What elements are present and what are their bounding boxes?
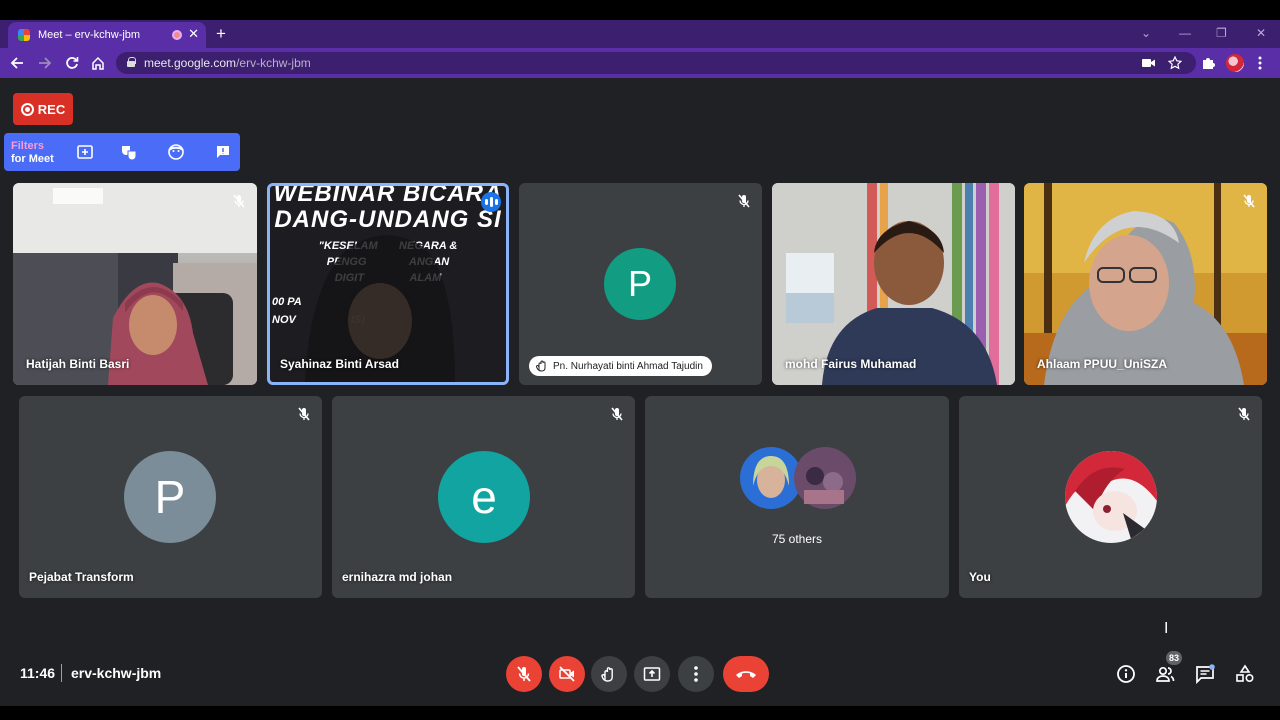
camera-feed-image [1024, 183, 1267, 385]
participant-name: ernihazra md johan [342, 570, 453, 584]
participant-tile-speaking[interactable]: WEBINAR BICARA DANG-UNDANG SI "KESELAM N… [267, 183, 509, 385]
self-avatar [1065, 451, 1157, 543]
camera-feed-image [13, 183, 257, 385]
camera-feed-image [305, 235, 455, 382]
participant-name: Syahinaz Binti Arsad [280, 357, 399, 371]
add-photo-icon[interactable] [76, 143, 94, 161]
recording-label: REC [37, 101, 66, 117]
recording-badge: REC [13, 93, 73, 125]
letterbox-top [0, 0, 1280, 20]
others-tile[interactable]: 75 others [645, 396, 949, 598]
letterbox-bottom [0, 706, 1280, 720]
mic-off-icon [517, 666, 531, 682]
info-icon[interactable] [1116, 664, 1136, 684]
people-icon[interactable] [1155, 664, 1175, 684]
restore-icon[interactable]: ❐ [1216, 26, 1227, 40]
mic-off-icon [1238, 407, 1250, 421]
tab-title: Meet – erv-kchw-jbm [38, 29, 141, 41]
mic-off-icon [298, 407, 310, 421]
text-cursor-icon: I [1164, 620, 1169, 637]
self-tile[interactable]: You [959, 396, 1262, 598]
recording-indicator-icon [172, 30, 182, 40]
home-icon[interactable] [91, 56, 105, 70]
raise-hand-icon [536, 360, 546, 372]
mic-toggle-button[interactable] [506, 656, 542, 692]
masks-icon[interactable] [120, 143, 138, 161]
chat-icon[interactable] [1195, 664, 1215, 684]
others-count-label: 75 others [771, 532, 823, 546]
participant-tile[interactable]: e ernihazra md johan [332, 396, 635, 598]
camera-toggle-button[interactable] [549, 656, 585, 692]
face-icon[interactable] [167, 143, 185, 161]
meeting-clock: 11:46 [20, 665, 56, 681]
participant-name: Ahlaam PPUU_UniSZA [1037, 357, 1168, 371]
mic-off-icon [1243, 194, 1255, 208]
reload-icon[interactable] [65, 56, 79, 70]
camera-off-icon [559, 666, 575, 682]
mic-off-icon [738, 194, 750, 208]
new-tab-button[interactable]: + [216, 24, 226, 44]
others-avatars [740, 447, 856, 509]
filters-label-bottom: for Meet [11, 153, 54, 165]
camera-in-use-icon[interactable] [1142, 58, 1155, 68]
window-close-icon[interactable]: ✕ [1256, 26, 1266, 40]
present-screen-button[interactable] [634, 656, 670, 692]
profile-avatar[interactable] [1226, 54, 1244, 72]
divider [61, 664, 62, 682]
participant-name: mohd Fairus Muhamad [785, 357, 917, 371]
raise-hand-icon [601, 667, 613, 682]
raise-hand-button[interactable] [591, 656, 627, 692]
participant-count-badge: 83 [1166, 651, 1182, 665]
bookmark-star-icon[interactable] [1168, 56, 1182, 70]
back-icon[interactable] [10, 56, 24, 70]
address-bar[interactable]: meet.google.com/erv-kchw-jbm [116, 52, 1196, 74]
tab-search-icon[interactable]: ⌄ [1141, 26, 1151, 40]
mic-off-icon [233, 194, 245, 208]
tab-close-icon[interactable]: ✕ [188, 26, 199, 42]
raised-hand-chip: Pn. Nurhayati binti Ahmad Tajudin [529, 356, 712, 376]
extensions-icon[interactable] [1201, 56, 1215, 70]
participant-name: Pn. Nurhayati binti Ahmad Tajudin [553, 360, 703, 372]
present-screen-icon [643, 667, 661, 681]
participant-avatar: e [438, 451, 530, 543]
participant-avatar: P [604, 248, 676, 320]
filters-for-meet-toolbar: Filters for Meet [4, 133, 240, 171]
meet-window: Meet – erv-kchw-jbm ✕ + ⌄ — ❐ ✕ meet.goo… [0, 0, 1280, 720]
more-options-icon [694, 666, 698, 682]
activities-icon[interactable] [1235, 664, 1255, 684]
meeting-code: erv-kchw-jbm [71, 665, 162, 681]
url-path: /erv-kchw-jbm [236, 56, 311, 70]
speaking-indicator-icon [481, 192, 501, 212]
participant-tile[interactable]: Ahlaam PPUU_UniSZA [1024, 183, 1267, 385]
participant-name: Pejabat Transform [29, 570, 134, 584]
participant-tile[interactable]: Hatijah Binti Basri [13, 183, 257, 385]
participant-tile[interactable]: mohd Fairus Muhamad [772, 183, 1015, 385]
feedback-icon[interactable] [214, 143, 232, 161]
participant-tile[interactable]: P Pn. Nurhayati binti Ahmad Tajudin [519, 183, 762, 385]
camera-feed-image [772, 183, 1015, 385]
hang-up-icon [736, 671, 756, 678]
forward-icon[interactable] [38, 56, 52, 70]
mic-off-icon [611, 407, 623, 421]
participant-name: Hatijah Binti Basri [26, 357, 130, 371]
participant-name: You [969, 570, 991, 584]
filters-label-top: Filters [11, 140, 45, 152]
lock-icon [127, 57, 136, 67]
leave-call-button[interactable] [723, 656, 769, 692]
participant-tile[interactable]: P Pejabat Transform [19, 396, 322, 598]
browser-tab[interactable]: Meet – erv-kchw-jbm ✕ [8, 22, 206, 48]
url-host: meet.google.com [144, 56, 237, 70]
meet-favicon-icon [18, 29, 30, 41]
record-icon [20, 102, 34, 116]
participant-avatar: P [124, 451, 216, 543]
minimize-icon[interactable]: — [1179, 26, 1191, 40]
more-options-button[interactable] [678, 656, 714, 692]
browser-menu-icon[interactable] [1258, 56, 1262, 70]
